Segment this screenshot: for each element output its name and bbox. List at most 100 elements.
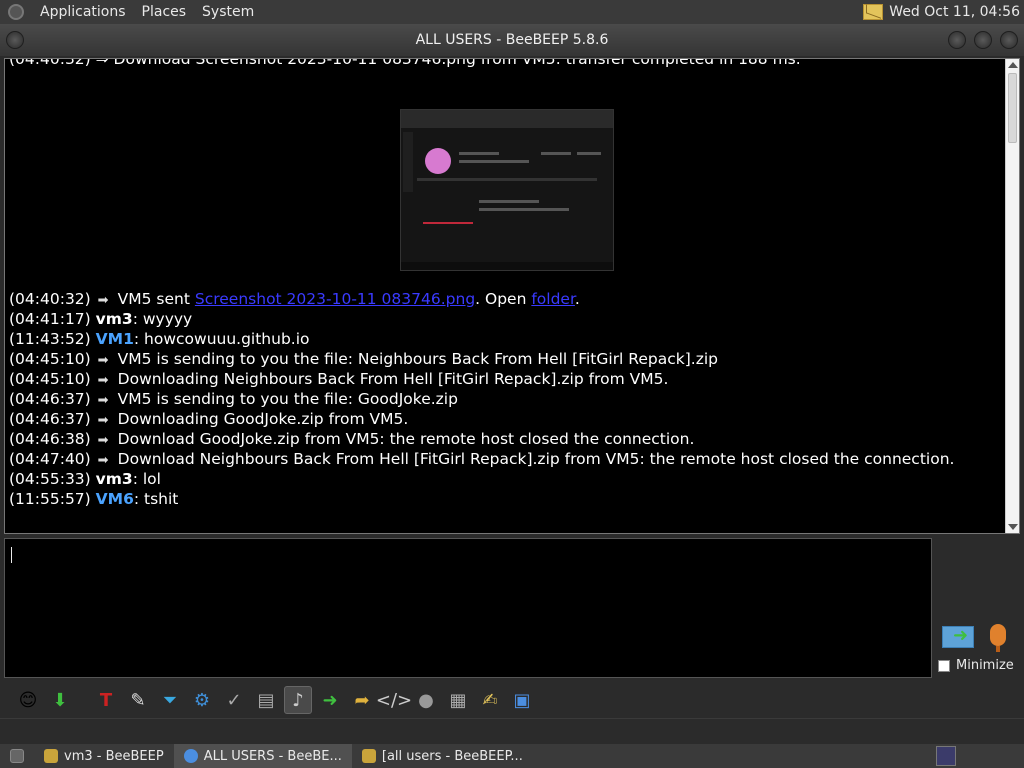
- message-text: .: [574, 290, 580, 308]
- scroll-up-icon[interactable]: [1008, 62, 1018, 68]
- send-file-icon[interactable]: ➜: [316, 686, 344, 714]
- timestamp: (04:41:17): [9, 310, 91, 328]
- spellcheck-icon[interactable]: ✓: [220, 686, 248, 714]
- chat-toolbar: 😊 ⬇ T ✎ ⏷ ⚙ ✓ ▤ ♪ ➜ ➦ </> ● ▦ ✍ ▣: [0, 682, 1024, 718]
- settings-icon[interactable]: ⚙: [188, 686, 216, 714]
- save-icon[interactable]: ▣: [508, 686, 536, 714]
- chat-line: (04:45:10) ➡ Downloading Neighbours Back …: [9, 369, 1005, 389]
- chat-scrollbar[interactable]: [1005, 59, 1019, 533]
- taskbar-item-all-users-chat[interactable]: [all users - BeeBEEP...: [352, 744, 533, 768]
- emoticon-icon[interactable]: 😊: [14, 686, 42, 714]
- username[interactable]: VM6: [96, 490, 134, 508]
- username[interactable]: vm3: [96, 470, 133, 488]
- message-text: . Open: [475, 290, 532, 308]
- color-picker-icon[interactable]: ✎: [124, 686, 152, 714]
- chat-view[interactable]: (04:40:32) ⇒ Download Screenshot 2023-10…: [4, 58, 1020, 534]
- chat-line: (04:55:33) vm3: lol: [9, 469, 1005, 489]
- system-message: VM5 is sending to you the file: GoodJoke…: [117, 390, 458, 408]
- message-input[interactable]: [4, 538, 932, 678]
- message-text: VM5 sent: [117, 290, 195, 308]
- minimize-option[interactable]: Minimize: [938, 658, 1014, 673]
- message-text: : wyyyy: [132, 310, 193, 328]
- scrollbar-thumb[interactable]: [1008, 73, 1017, 143]
- scroll-down-icon[interactable]: [1008, 524, 1018, 530]
- timestamp: (11:43:52): [9, 330, 91, 348]
- chat-line: (04:47:40) ➡ Download Neighbours Back Fro…: [9, 449, 1005, 469]
- filter-icon[interactable]: ⏷: [156, 686, 184, 714]
- distro-logo-icon[interactable]: [8, 4, 24, 20]
- send-panel: Minimize: [934, 538, 1024, 678]
- window-title: ALL USERS - BeeBEEP 5.8.6: [415, 32, 609, 48]
- username[interactable]: vm3: [96, 310, 133, 328]
- send-message-icon[interactable]: [942, 625, 974, 648]
- top-panel: Applications Places System Wed Oct 11, 0…: [0, 0, 1024, 24]
- font-icon[interactable]: T: [92, 686, 120, 714]
- system-message: Download Neighbours Back From Hell [FitG…: [117, 450, 955, 468]
- chat-line: (04:46:37) ➡ Downloading GoodJoke.zip fro…: [9, 409, 1005, 429]
- save-chat-icon[interactable]: ⬇: [46, 686, 74, 714]
- workspace-switcher-icon[interactable]: [936, 746, 956, 766]
- window-title-bar: ALL USERS - BeeBEEP 5.8.6: [0, 24, 1024, 56]
- taskbar-item-all-users[interactable]: ALL USERS - BeeBE...: [173, 744, 352, 768]
- text-cursor: [11, 547, 12, 563]
- record-icon[interactable]: ●: [412, 686, 440, 714]
- taskbar-item-vm3[interactable]: vm3 - BeeBEEP: [34, 744, 174, 768]
- archive-icon[interactable]: ▦: [444, 686, 472, 714]
- open-folder-link[interactable]: folder: [531, 290, 575, 308]
- chat-line: (04:45:10) ➡ VM5 is sending to you the fi…: [9, 349, 1005, 369]
- system-message: Downloading Neighbours Back From Hell [F…: [117, 370, 669, 388]
- maximize-window-button[interactable]: [974, 31, 992, 49]
- beebeep-icon: [183, 749, 198, 763]
- minimize-checkbox[interactable]: [938, 659, 950, 672]
- taskbar-item-label: ALL USERS - BeeBE...: [203, 748, 342, 764]
- taskbar-item-label: vm3 - BeeBEEP: [64, 748, 164, 764]
- mail-notification-icon[interactable]: [863, 4, 884, 20]
- timestamp: (04:40:32): [9, 290, 91, 308]
- timestamp: (04:45:10): [9, 350, 91, 368]
- transfer-arrow-icon: ➡: [97, 373, 109, 388]
- menu-applications[interactable]: Applications: [32, 4, 134, 20]
- minimize-label: Minimize: [956, 658, 1014, 673]
- send-folder-icon[interactable]: ➦: [348, 686, 376, 714]
- menu-system[interactable]: System: [194, 4, 262, 20]
- system-message: VM5 is sending to you the file: Neighbou…: [117, 350, 718, 368]
- timestamp: (04:46:37): [9, 390, 91, 408]
- transfer-arrow-icon: ➡: [97, 393, 109, 408]
- beebeep-icon: [44, 749, 58, 763]
- taskbar: vm3 - BeeBEEP ALL USERS - BeeBE... [all …: [0, 744, 1024, 768]
- chat-log: (04:40:32) ⇒ Download Screenshot 2023-10…: [9, 58, 1005, 69]
- minimize-window-button[interactable]: [948, 31, 966, 49]
- close-window-button[interactable]: [1000, 31, 1018, 49]
- transfer-arrow-icon: ➡: [97, 453, 109, 468]
- chat-line: (11:43:52) VM1: howcowuuu.github.io: [9, 329, 1005, 349]
- message-text: : tshit: [133, 490, 179, 508]
- timestamp: (04:47:40): [9, 450, 91, 468]
- chat-line-top: (04:40:32) ⇒ Download Screenshot 2023-10…: [9, 58, 801, 68]
- dictionary-icon[interactable]: ▤: [252, 686, 280, 714]
- screenshot-file-link[interactable]: Screenshot 2023-10-11 083746.png: [195, 290, 475, 308]
- transfer-arrow-icon: ➡: [97, 353, 109, 368]
- transfer-arrow-icon: ➡: [97, 413, 109, 428]
- taskbar-item-label: [all users - BeeBEEP...: [381, 748, 523, 764]
- clock[interactable]: Wed Oct 11, 04:56: [889, 4, 1020, 20]
- timestamp: (04:46:37): [9, 410, 91, 428]
- window-menu-icon[interactable]: [6, 31, 24, 49]
- transfer-arrow-icon: ➡: [97, 293, 109, 308]
- code-icon[interactable]: </>: [376, 686, 412, 714]
- system-message: Downloading GoodJoke.zip from VM5.: [117, 410, 409, 428]
- microphone-icon[interactable]: [990, 624, 1006, 646]
- chat-messages: (04:40:32) ➡ VM5 sent Screenshot 2023-10-…: [9, 289, 1005, 509]
- show-desktop-button[interactable]: [0, 744, 34, 768]
- status-strip: [0, 718, 1024, 742]
- word-completer-icon[interactable]: ♪: [284, 686, 312, 714]
- username[interactable]: VM1: [96, 330, 134, 348]
- screenshot-thumbnail[interactable]: [400, 109, 614, 271]
- chat-line: (04:40:32) ➡ VM5 sent Screenshot 2023-10-…: [9, 289, 1005, 309]
- timestamp: (04:45:10): [9, 370, 91, 388]
- timestamp: (04:46:38): [9, 430, 91, 448]
- notes-icon[interactable]: ✍: [476, 686, 504, 714]
- menu-places[interactable]: Places: [134, 4, 195, 20]
- desktop-icon: [10, 749, 24, 763]
- system-message: Download GoodJoke.zip from VM5: the remo…: [117, 430, 695, 448]
- chat-line: (04:41:17) vm3: wyyyy: [9, 309, 1005, 329]
